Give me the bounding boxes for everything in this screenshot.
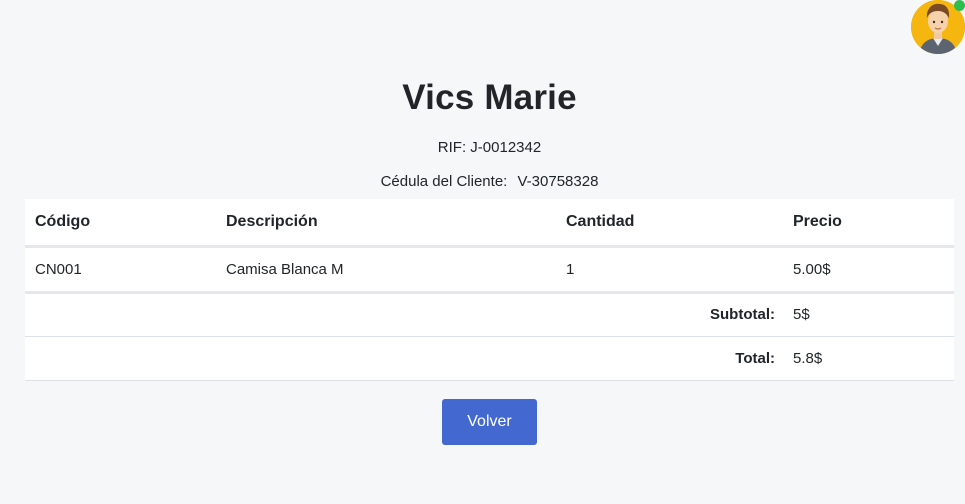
table-header-row: Código Descripción Cantidad Precio — [25, 199, 954, 248]
client-id-label: Cédula del Cliente: — [380, 173, 508, 190]
total-label: Total: — [25, 336, 783, 381]
table-row: CN001 Camisa Blanca M 1 5.00$ — [25, 246, 954, 294]
online-status-indicator — [954, 0, 965, 11]
cell-codigo: CN001 — [25, 246, 216, 294]
cell-descripcion: Camisa Blanca M — [216, 246, 556, 294]
client-id-line: Cédula del Cliente: V-30758328 — [0, 173, 965, 190]
rif-text: RIF: J-0012342 — [437, 139, 542, 156]
subtotal-label: Subtotal: — [25, 292, 783, 337]
total-value: 5.8$ — [783, 336, 954, 381]
client-id-value: V-30758328 — [517, 173, 599, 190]
column-header-codigo: Código — [25, 199, 216, 248]
cell-precio: 5.00$ — [783, 246, 954, 294]
column-header-descripcion: Descripción — [216, 199, 556, 248]
total-row: Total: 5.8$ — [25, 336, 954, 381]
cell-cantidad: 1 — [556, 246, 783, 294]
column-header-cantidad: Cantidad — [556, 199, 783, 248]
subtotal-row: Subtotal: 5$ — [25, 292, 954, 337]
column-header-precio: Precio — [783, 199, 954, 248]
subtotal-value: 5$ — [783, 292, 954, 337]
back-button[interactable]: Volver — [442, 399, 537, 445]
store-title: Vics Marie — [402, 78, 577, 117]
invoice-table: Código Descripción Cantidad Precio CN001… — [25, 199, 954, 381]
